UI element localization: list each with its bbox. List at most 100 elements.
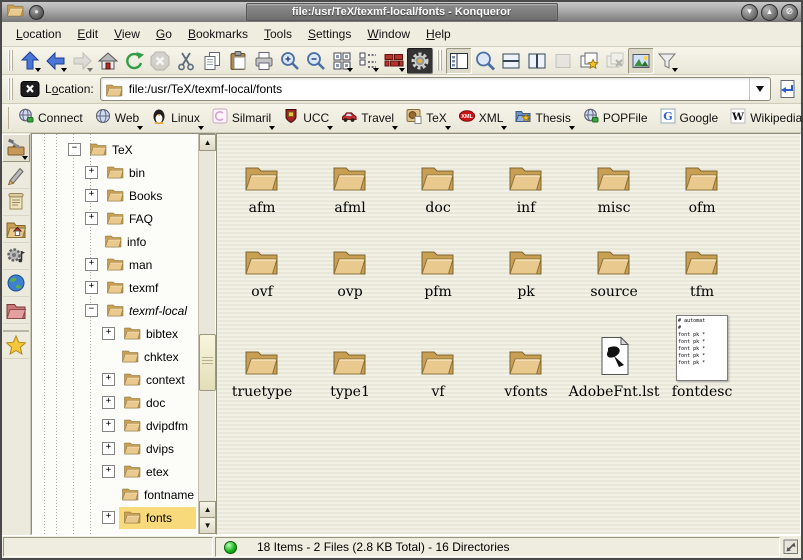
brick-view-button[interactable] xyxy=(381,48,407,74)
split-horizontal-button[interactable] xyxy=(498,48,524,74)
expand-icon[interactable]: + xyxy=(102,442,115,455)
close-button[interactable]: ⊘ xyxy=(781,4,798,21)
menu-bookmarks[interactable]: Bookmarks xyxy=(180,24,256,44)
bookmark-wikipedia[interactable]: WWikipedia xyxy=(725,106,803,131)
print-button[interactable] xyxy=(251,48,277,74)
bookmarks-toolbar-handle[interactable] xyxy=(8,107,9,129)
services-button[interactable] xyxy=(3,243,29,270)
tree-item-content[interactable]: doc xyxy=(119,392,169,414)
tree-item-chktex[interactable]: chktex xyxy=(32,345,198,368)
history-button[interactable] xyxy=(3,189,29,216)
file-fontdesc[interactable]: # automat#font pk *font pk *font pk *fon… xyxy=(672,315,733,402)
tree-item-etex[interactable]: +etex xyxy=(32,460,198,483)
bookmark-popfile[interactable]: POPFile xyxy=(578,106,653,131)
expand-icon[interactable]: + xyxy=(102,465,115,478)
expand-icon[interactable]: + xyxy=(85,166,98,179)
bookmark-google[interactable]: GGoogle xyxy=(655,106,724,131)
tree-item-content[interactable]: chktex xyxy=(117,346,183,368)
network-button[interactable] xyxy=(3,270,29,297)
file-truetype[interactable]: truetype xyxy=(232,346,292,402)
file-type1[interactable]: type1 xyxy=(330,346,370,402)
zoom-in-button[interactable] xyxy=(277,48,303,74)
file-vf[interactable]: vf xyxy=(419,346,457,402)
tree-item-content[interactable]: dvipdfm xyxy=(119,415,192,437)
back-button[interactable] xyxy=(43,48,69,74)
sidebar-config-button[interactable] xyxy=(2,134,30,162)
titlebar[interactable]: ● file:/usr/TeX/texmf-local/fonts - Konq… xyxy=(2,2,801,22)
tree-item-content[interactable]: bin xyxy=(102,162,149,184)
menu-location[interactable]: Location xyxy=(8,24,69,44)
tree-item-man[interactable]: + man xyxy=(32,253,198,276)
bookmark-thesis[interactable]: Thesis xyxy=(510,106,575,131)
show-sidebar-button[interactable] xyxy=(446,48,472,74)
expand-icon[interactable]: + xyxy=(85,212,98,225)
minimize-button[interactable]: ▾ xyxy=(741,4,758,21)
expand-icon[interactable]: + xyxy=(102,327,115,340)
root-folder-button[interactable] xyxy=(3,297,29,324)
location-combobox[interactable]: file:/usr/TeX/texmf-local/fonts xyxy=(100,77,771,101)
cut-button[interactable] xyxy=(173,48,199,74)
bookmark-web[interactable]: Web xyxy=(90,106,144,131)
file-ovf[interactable]: ovf xyxy=(243,246,281,302)
expand-icon[interactable]: + xyxy=(85,258,98,271)
tree-item-content[interactable]: fonts xyxy=(119,507,196,529)
expand-icon[interactable]: + xyxy=(85,189,98,202)
tree-item-info[interactable]: info xyxy=(32,230,198,253)
file-doc[interactable]: doc xyxy=(419,162,457,218)
tree-item-texmf-local[interactable]: −texmf-local xyxy=(32,299,198,322)
expand-icon[interactable]: + xyxy=(102,373,115,386)
file-vfonts[interactable]: vfonts xyxy=(504,346,547,402)
toolbar-handle-2[interactable] xyxy=(437,50,442,71)
file-pfm[interactable]: pfm xyxy=(419,246,457,302)
collapse-icon[interactable]: − xyxy=(85,304,98,317)
tree-item-content[interactable]: FAQ xyxy=(102,208,157,230)
file-ofm[interactable]: ofm xyxy=(683,162,721,218)
resize-grip[interactable] xyxy=(781,536,801,558)
scroll-down-button[interactable]: ▼ xyxy=(199,517,216,534)
file-afm[interactable]: afm xyxy=(243,162,281,218)
paste-button[interactable] xyxy=(225,48,251,74)
menu-go[interactable]: Go xyxy=(148,24,180,44)
multicolumn-view-button[interactable] xyxy=(355,48,381,74)
tree-item-dvips[interactable]: +dvips xyxy=(32,437,198,460)
tree-item-content[interactable]: texmf xyxy=(102,277,162,299)
file-adobefnt-lst[interactable]: AdobeFnt.lst xyxy=(569,336,660,402)
tree-item-content[interactable]: Books xyxy=(102,185,166,207)
file-misc[interactable]: misc xyxy=(595,162,633,218)
tree-item-dvipdfm[interactable]: + dvipdfm xyxy=(32,414,198,437)
expand-icon[interactable]: + xyxy=(85,281,98,294)
file-pk[interactable]: pk xyxy=(507,246,545,302)
expand-icon[interactable]: + xyxy=(102,419,115,432)
bookmarks-button[interactable] xyxy=(3,330,29,359)
filter-button[interactable] xyxy=(654,48,680,74)
split-vertical-button[interactable] xyxy=(524,48,550,74)
icon-view-button[interactable] xyxy=(329,48,355,74)
bookmark-pencil-button[interactable] xyxy=(3,162,29,189)
find-button[interactable] xyxy=(472,48,498,74)
tree-item-tex[interactable]: −TeX xyxy=(32,138,198,161)
bookmark-tex[interactable]: TeX xyxy=(401,106,452,131)
scroll-up-button-2[interactable]: ▲ xyxy=(199,501,216,518)
bookmark-silmaril[interactable]: Silmaril xyxy=(207,106,276,131)
location-dropdown-button[interactable] xyxy=(749,78,770,100)
tree-item-bibtex[interactable]: +bibtex xyxy=(32,322,198,345)
scroll-up-button[interactable]: ▲ xyxy=(199,134,216,151)
clear-location-button[interactable] xyxy=(17,76,43,102)
tree-item-content[interactable]: man xyxy=(102,254,156,276)
new-tab-button[interactable] xyxy=(576,48,602,74)
bookmark-xml[interactable]: XMLXML xyxy=(454,106,509,131)
menu-help[interactable]: Help xyxy=(418,24,459,44)
bookmark-ucc[interactable]: UCC xyxy=(278,106,334,131)
expand-icon[interactable]: + xyxy=(102,396,115,409)
file-ovp[interactable]: ovp xyxy=(331,246,369,302)
menu-edit[interactable]: Edit xyxy=(69,24,106,44)
tree-item-fonts[interactable]: +fonts xyxy=(32,506,198,529)
zoom-out-button[interactable] xyxy=(303,48,329,74)
tree-item-bin[interactable]: + bin xyxy=(32,161,198,184)
tree-item-doc[interactable]: + doc xyxy=(32,391,198,414)
menu-tools[interactable]: Tools xyxy=(256,24,300,44)
bookmark-travel[interactable]: Travel xyxy=(336,106,399,131)
home-button[interactable] xyxy=(95,48,121,74)
location-input[interactable]: file:/usr/TeX/texmf-local/fonts xyxy=(129,82,749,96)
tree-item-context[interactable]: +context xyxy=(32,368,198,391)
